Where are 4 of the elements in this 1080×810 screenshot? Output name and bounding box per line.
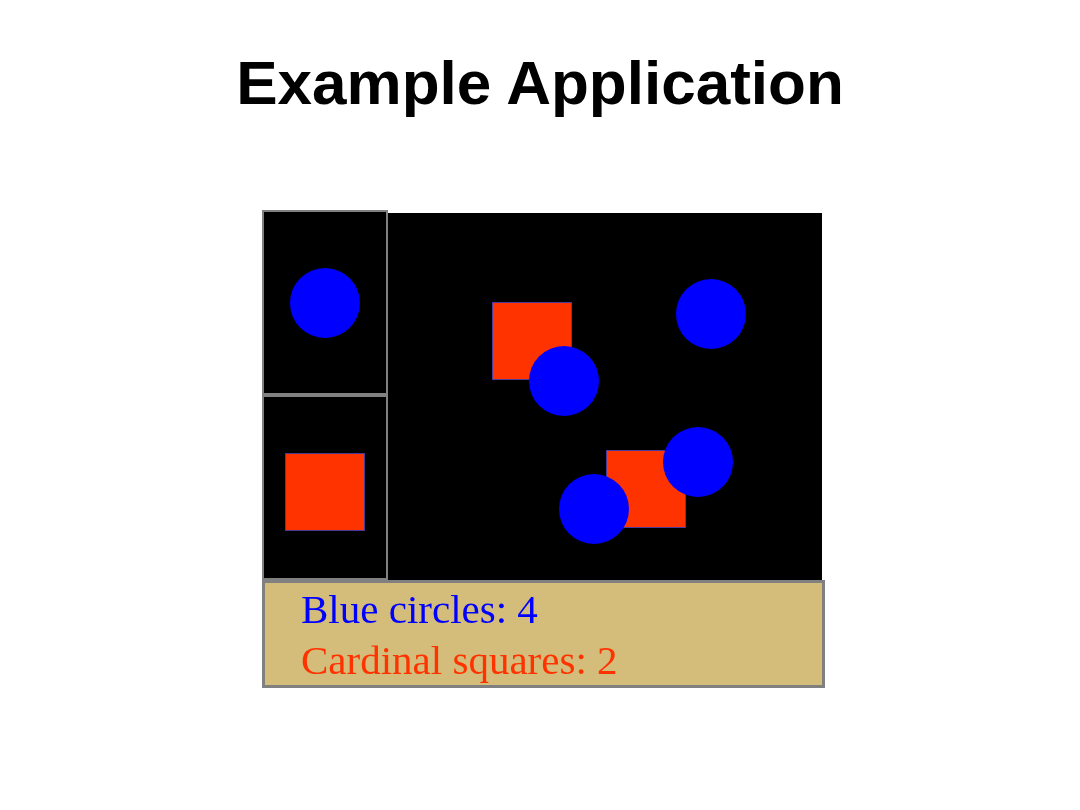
square-tool-button[interactable]	[262, 395, 388, 580]
count-label: Cardinal squares: 2	[301, 636, 618, 683]
circle-tool-button[interactable]	[262, 210, 388, 395]
count-label: Blue circles: 4	[301, 585, 538, 632]
